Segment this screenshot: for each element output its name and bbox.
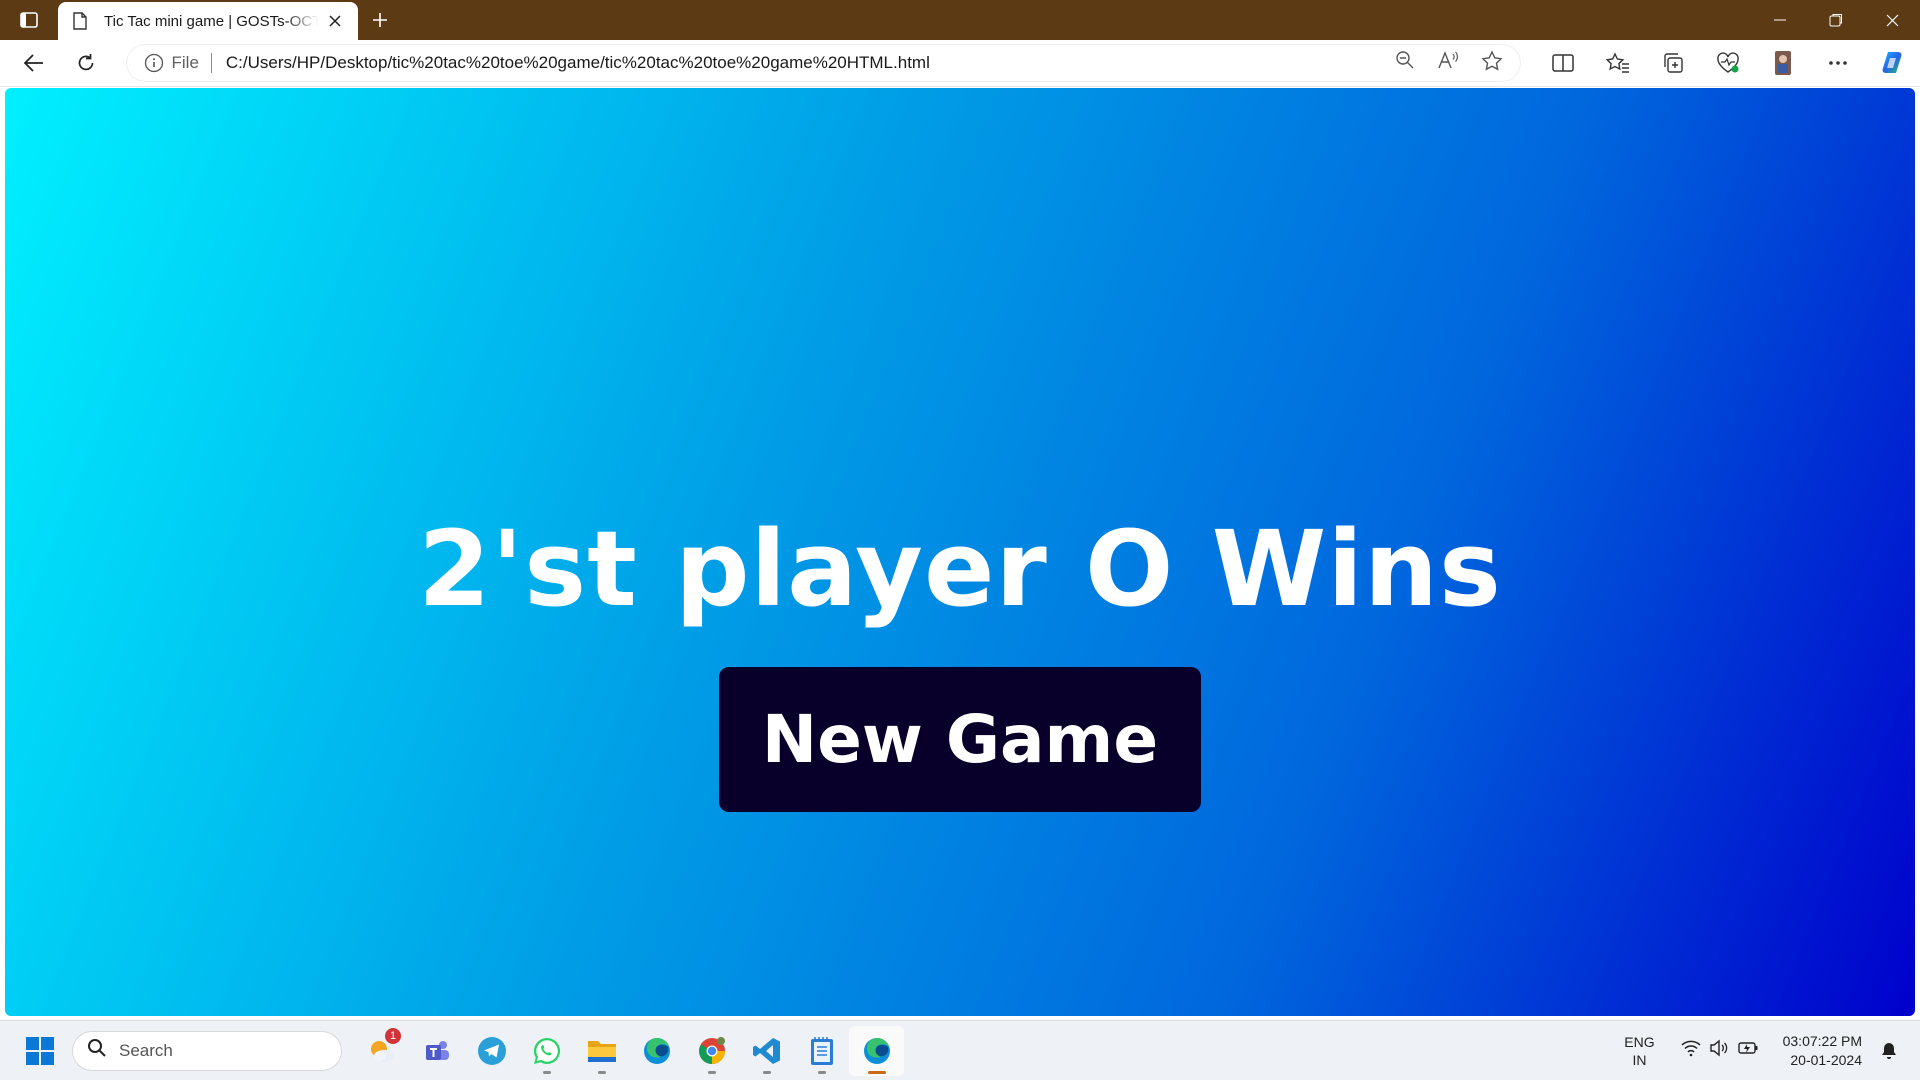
copilot-icon[interactable] <box>1865 43 1920 83</box>
running-indicator <box>542 1070 551 1074</box>
notification-bell-icon[interactable] <box>1880 1041 1898 1061</box>
game-page: 2'st player O Wins New Game <box>5 88 1915 1016</box>
taskbar-search[interactable]: Search <box>72 1030 342 1071</box>
telegram-icon[interactable] <box>464 1026 519 1076</box>
system-tray: ENG IN 03:07:22 PM 20-01-2024 <box>1624 1032 1920 1070</box>
info-icon[interactable] <box>144 53 164 73</box>
clock-date: 20-01-2024 <box>1790 1051 1862 1068</box>
search-placeholder: Search <box>119 1040 173 1060</box>
teams-icon[interactable] <box>409 1026 464 1076</box>
taskbar-apps: 1 <box>354 1025 904 1076</box>
running-indicator <box>597 1070 606 1074</box>
taskbar: Search 1 ENG IN 03:07:22 PM 20-01-2024 <box>0 1020 1920 1080</box>
tray-icons[interactable] <box>1681 1039 1759 1062</box>
new-game-button[interactable]: New Game <box>719 667 1201 812</box>
screen: Tic Tac mini game | GOSTs-OCTO File C:/U… <box>0 0 1920 1080</box>
toolbar <box>1535 43 1920 83</box>
file-explorer-icon[interactable] <box>574 1026 629 1076</box>
address-bar[interactable]: File C:/Users/HP/Desktop/tic%20tac%20toe… <box>125 44 1521 82</box>
notepad-icon[interactable] <box>794 1026 849 1076</box>
running-indicator <box>817 1070 826 1074</box>
edge-icon[interactable] <box>629 1026 684 1076</box>
favorites-icon[interactable] <box>1590 43 1645 83</box>
region-code: IN <box>1632 1051 1647 1068</box>
wifi-icon <box>1681 1039 1701 1062</box>
edge-active-icon[interactable] <box>849 1025 904 1076</box>
favorite-star-icon[interactable] <box>1481 49 1503 77</box>
collections-icon[interactable] <box>1645 43 1700 83</box>
read-aloud-icon[interactable] <box>1437 50 1459 77</box>
weather-widget-icon[interactable]: 1 <box>354 1026 409 1076</box>
running-indicator <box>707 1070 716 1074</box>
whatsapp-icon[interactable] <box>519 1026 574 1076</box>
tab-title: Tic Tac mini game | GOSTs-OCTO <box>104 12 318 30</box>
more-options-icon[interactable] <box>1810 43 1865 83</box>
windows-start-icon[interactable] <box>18 1029 62 1073</box>
title-bar: Tic Tac mini game | GOSTs-OCTO <box>0 0 1920 40</box>
address-separator <box>210 53 212 73</box>
close-window-button[interactable] <box>1864 0 1920 40</box>
result-message: 2'st player O Wins <box>418 508 1502 630</box>
split-screen-icon[interactable] <box>1535 43 1590 83</box>
language-indicator[interactable]: ENG IN <box>1624 1033 1654 1069</box>
vscode-icon[interactable] <box>739 1026 794 1076</box>
language-code: ENG <box>1624 1033 1655 1050</box>
clock[interactable]: 03:07:22 PM 20-01-2024 <box>1783 1032 1862 1070</box>
volume-icon <box>1709 1039 1729 1062</box>
browser-tab[interactable]: Tic Tac mini game | GOSTs-OCTO <box>58 2 358 40</box>
address-icons <box>1395 49 1503 77</box>
close-tab-icon[interactable] <box>324 10 346 32</box>
battery-icon <box>1737 1039 1759 1062</box>
back-button[interactable] <box>8 43 60 83</box>
browser-essentials-icon[interactable] <box>1700 43 1755 83</box>
tab-actions-icon[interactable] <box>0 0 58 40</box>
new-tab-button[interactable] <box>358 0 402 40</box>
active-indicator <box>867 1070 886 1074</box>
zoom-out-icon[interactable] <box>1395 50 1415 77</box>
url-text[interactable]: C:/Users/HP/Desktop/tic%20tac%20toe%20ga… <box>226 53 1395 73</box>
scheme-label: File <box>171 53 199 72</box>
clock-time: 03:07:22 PM <box>1782 1032 1862 1049</box>
minimize-button[interactable] <box>1752 0 1808 40</box>
restore-button[interactable] <box>1808 0 1864 40</box>
search-icon <box>87 1038 107 1063</box>
profile-avatar[interactable] <box>1755 43 1810 83</box>
running-indicator <box>762 1070 771 1074</box>
refresh-button[interactable] <box>60 43 112 83</box>
page-icon <box>72 11 92 31</box>
navigation-bar: File C:/Users/HP/Desktop/tic%20tac%20toe… <box>0 40 1920 87</box>
window-controls <box>1752 0 1920 40</box>
chrome-icon[interactable] <box>684 1026 739 1076</box>
weather-badge: 1 <box>385 1027 401 1044</box>
